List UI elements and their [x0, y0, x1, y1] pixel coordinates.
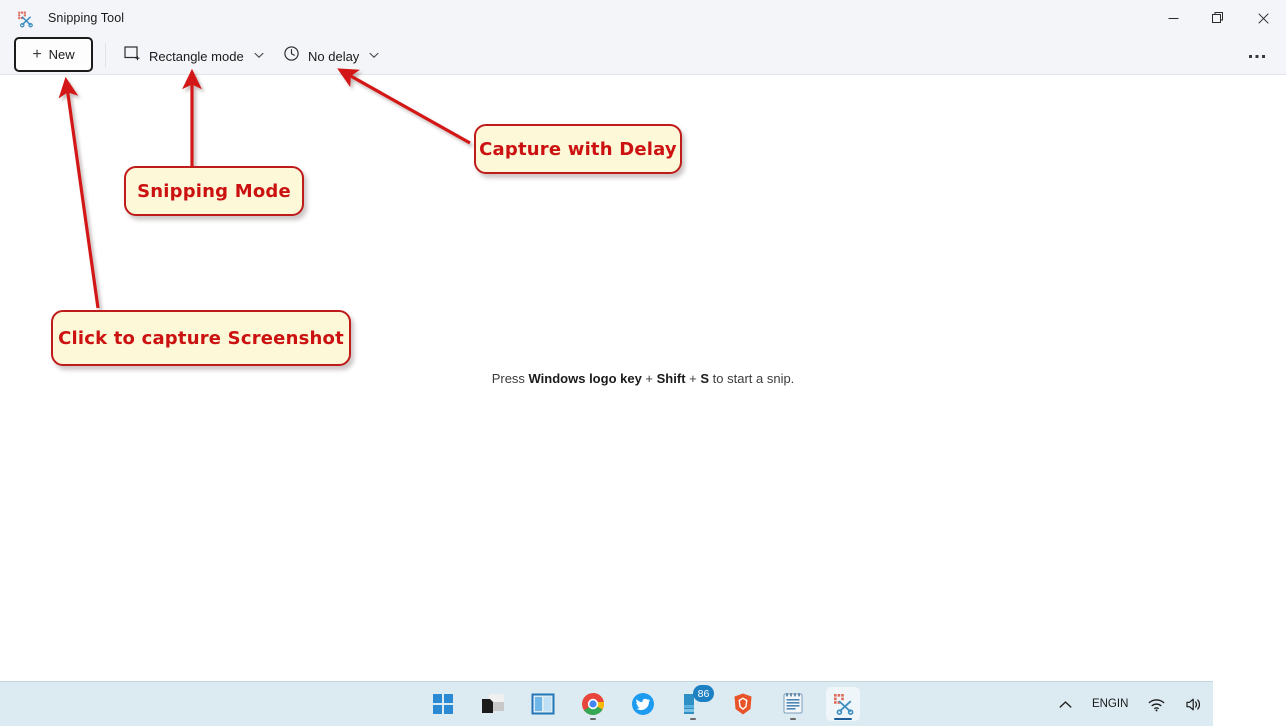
- hint-key-s: S: [700, 371, 710, 386]
- annotation-capture-with-delay: Capture with Delay: [474, 124, 682, 174]
- hint-plus-2: +: [685, 371, 701, 386]
- hint-plus-1: +: [641, 371, 657, 386]
- hint-suffix: to start a snip.: [709, 371, 795, 386]
- annotation-label: Capture with Delay: [479, 138, 677, 160]
- hint-key-windows: Windows logo key: [528, 371, 642, 386]
- window-controls: [1151, 0, 1286, 37]
- snipping-mode-label: Rectangle mode: [149, 48, 244, 64]
- annotation-label: Click to capture Screenshot: [58, 327, 344, 349]
- snipping-mode-dropdown[interactable]: Rectangle mode: [118, 42, 270, 70]
- annotation-click-to-capture: Click to capture Screenshot: [51, 310, 351, 366]
- minimize-button[interactable]: [1151, 0, 1196, 37]
- annotation-snipping-mode: Snipping Mode: [124, 166, 304, 216]
- language-indicator[interactable]: ENG IN: [1087, 695, 1133, 714]
- widgets-icon[interactable]: [526, 687, 560, 721]
- mail-icon[interactable]: 86: [676, 685, 714, 721]
- maximize-restore-button[interactable]: [1196, 0, 1241, 37]
- snipping-tool-window: Snipping Tool + New Rectangle mode No de…: [0, 0, 1286, 726]
- notepad-icon[interactable]: [776, 687, 810, 721]
- new-snip-button[interactable]: + New: [14, 37, 93, 72]
- running-indicator: [690, 717, 696, 720]
- delay-dropdown[interactable]: No delay: [277, 42, 385, 70]
- language-line-1: ENG: [1091, 697, 1117, 710]
- wifi-icon[interactable]: [1143, 695, 1170, 715]
- snip-hint-text: Press Windows logo key + Shift + S to st…: [0, 371, 1286, 386]
- close-button[interactable]: [1241, 0, 1286, 37]
- snipping-tool-icon: [16, 10, 34, 28]
- brave-browser-icon[interactable]: [726, 687, 760, 721]
- plus-icon: +: [32, 45, 42, 63]
- taskbar-snipping-tool-icon[interactable]: [826, 687, 860, 721]
- new-button-label: New: [48, 47, 75, 62]
- file-explorer-icon[interactable]: [476, 687, 510, 721]
- twitter-icon[interactable]: [626, 687, 660, 721]
- rectangle-mode-icon: [124, 45, 141, 67]
- clock-icon: [283, 45, 300, 67]
- chevron-down-icon: [369, 51, 379, 61]
- windows-taskbar: 86 ENG IN: [0, 681, 1286, 726]
- delay-label: No delay: [308, 48, 360, 64]
- chevron-down-icon: [254, 51, 264, 61]
- hint-key-shift: Shift: [656, 371, 686, 386]
- taskbar-icon-group: 86: [426, 685, 860, 721]
- running-indicator: [590, 717, 596, 720]
- language-line-2: IN: [1116, 697, 1129, 710]
- start-windows-icon[interactable]: [426, 687, 460, 721]
- window-title: Snipping Tool: [48, 11, 125, 25]
- volume-icon[interactable]: [1180, 694, 1207, 715]
- active-indicator: [834, 717, 852, 720]
- toolbar-divider: [105, 43, 106, 67]
- title-bar: Snipping Tool: [0, 0, 1286, 37]
- annotation-label: Snipping Mode: [137, 180, 291, 202]
- google-chrome-icon[interactable]: [576, 687, 610, 721]
- show-hidden-icons-chevron-icon[interactable]: [1054, 697, 1077, 712]
- white-overlay-patch: [1213, 633, 1286, 726]
- see-more-button[interactable]: [1242, 42, 1272, 70]
- toolbar: + New Rectangle mode No delay: [0, 37, 1286, 75]
- mail-badge-count: 86: [693, 685, 714, 702]
- hint-prefix: Press: [491, 371, 529, 386]
- running-indicator: [790, 717, 796, 720]
